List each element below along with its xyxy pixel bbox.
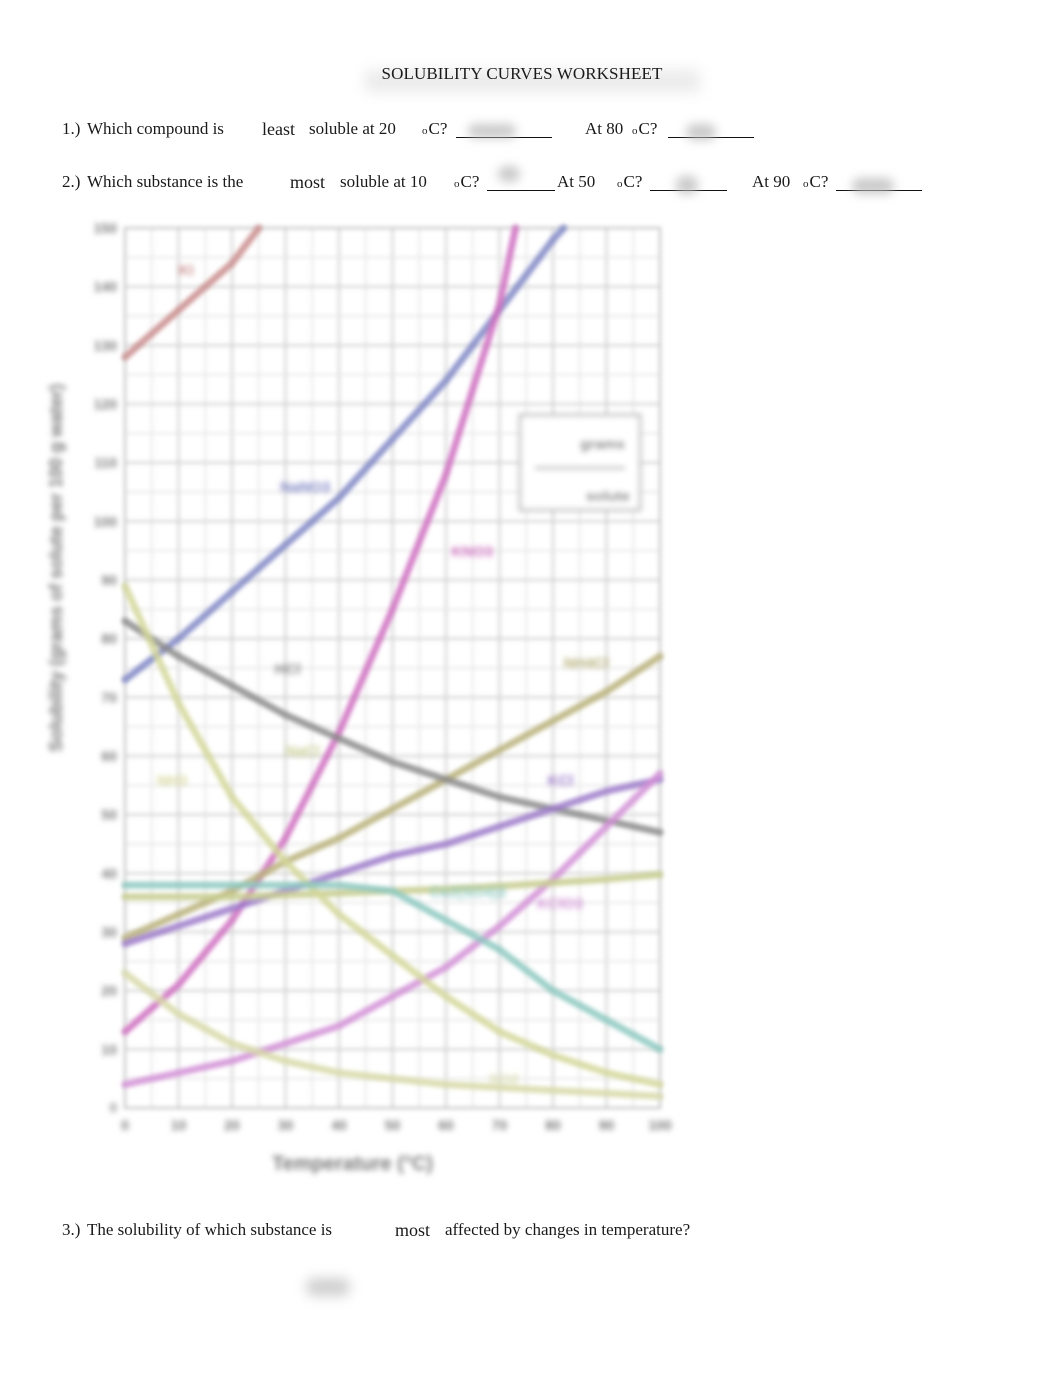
- degree-symbol: o: [632, 125, 638, 137]
- x-tick-label: 80: [545, 1117, 561, 1133]
- y-tick-label: 70: [101, 689, 117, 705]
- unit: C?: [638, 119, 658, 138]
- curve-label: KI: [179, 262, 194, 279]
- curve-label: NH4Cl: [564, 655, 609, 672]
- redacted-answer: [686, 124, 716, 140]
- curve-label: NH3: [157, 772, 187, 789]
- question-number: 2.): [62, 172, 81, 191]
- curve-label: KNO3: [451, 544, 493, 561]
- x-tick-label: 0: [121, 1117, 129, 1133]
- y-tick-label: 0: [110, 1100, 117, 1115]
- x-tick-label: 10: [171, 1117, 187, 1133]
- x-tick-label: 100: [648, 1117, 672, 1133]
- redacted-answer: [852, 178, 894, 194]
- followup-label: At 50: [557, 172, 596, 191]
- degree-unit: oC?: [422, 119, 447, 139]
- x-tick-label: 40: [331, 1117, 347, 1133]
- question-number: 1.): [62, 119, 81, 138]
- redacted-answer: [468, 124, 516, 138]
- y-axis-label: Solubility (grams of solute per 100 g wa…: [46, 384, 66, 752]
- y-tick-label: 120: [94, 396, 118, 412]
- question-text: The solubility of which substance is: [87, 1220, 333, 1239]
- y-tick-label: 110: [94, 455, 117, 471]
- unit: C?: [428, 119, 448, 138]
- x-axis-label: Temperature (°C): [272, 1153, 433, 1175]
- degree-unit: oC?: [617, 172, 642, 192]
- y-tick-label: 130: [94, 337, 118, 353]
- y-tick-label: 20: [101, 983, 117, 999]
- degree-unit: oC?: [803, 172, 828, 192]
- unit: C?: [809, 172, 829, 191]
- question-text-after: soluble at 10: [340, 172, 427, 191]
- curve-label: HCl: [275, 661, 301, 678]
- y-tick-label: 100: [94, 513, 118, 529]
- degree-symbol: o: [617, 178, 623, 190]
- question-emphasis: least: [262, 119, 295, 139]
- y-tick-label: 10: [101, 1041, 117, 1057]
- degree-symbol: o: [454, 178, 460, 190]
- solubility-chart: 0 10 20 30 40 50 60 70 80 90 100 10 20 30 40 50 60 70 80 90…: [40, 205, 720, 1190]
- y-tick-label: 80: [101, 631, 117, 647]
- followup-label: At 90: [752, 172, 791, 191]
- question-emphasis: most: [290, 172, 326, 192]
- legend-top-label: grams: [580, 436, 625, 453]
- question-text: Which substance is the: [87, 172, 244, 191]
- y-tick-label: 60: [101, 748, 117, 764]
- legend-bottom-label: solute: [586, 488, 630, 505]
- curve-label: NaNO3: [280, 479, 330, 496]
- degree-symbol: o: [803, 178, 809, 190]
- solubility-chart-svg: 0 10 20 30 40 50 60 70 80 90 100 10 20 30 40 50 60 70 80 90…: [46, 220, 672, 1175]
- question-number: 3.): [62, 1220, 81, 1239]
- x-tick-label: 70: [492, 1117, 508, 1133]
- followup-label: At 80: [585, 119, 624, 138]
- curve-label: SO2: [489, 1072, 519, 1089]
- x-tick-label: 30: [278, 1117, 294, 1133]
- page-title: SOLUBILITY CURVES WORKSHEET: [381, 64, 663, 83]
- x-tick-label: 90: [599, 1117, 615, 1133]
- question-emphasis: most: [395, 1220, 431, 1240]
- curve-label: Ce2(SO4)3: [430, 884, 506, 901]
- redacted-answer: [498, 166, 520, 182]
- redacted-answer: [676, 176, 698, 194]
- y-tick-label: 40: [101, 865, 117, 881]
- unit: C?: [623, 172, 643, 191]
- y-tick-label: 90: [101, 572, 117, 588]
- y-tick-label: 50: [101, 807, 117, 823]
- y-tick-label: 140: [94, 279, 118, 295]
- curve-label: KClO3: [537, 896, 583, 913]
- degree-unit: oC?: [632, 119, 657, 139]
- unit: C?: [460, 172, 480, 191]
- degree-unit: oC?: [454, 172, 479, 192]
- curve-label: NaCl: [286, 743, 320, 760]
- curve-label: KCl: [548, 772, 574, 789]
- redacted-answer: [306, 1278, 350, 1296]
- x-tick-label: 50: [385, 1117, 401, 1133]
- question-text-after: soluble at 20: [309, 119, 396, 138]
- curve-ki: [121, 224, 263, 361]
- x-tick-label: 60: [438, 1117, 454, 1133]
- x-tick-label: 20: [224, 1117, 240, 1133]
- degree-symbol: o: [422, 125, 428, 137]
- question-text-after: affected by changes in temperature?: [445, 1220, 691, 1239]
- question-text: Which compound is: [87, 119, 224, 138]
- y-tick-label: 30: [101, 924, 117, 940]
- y-tick-label: 150: [94, 220, 118, 236]
